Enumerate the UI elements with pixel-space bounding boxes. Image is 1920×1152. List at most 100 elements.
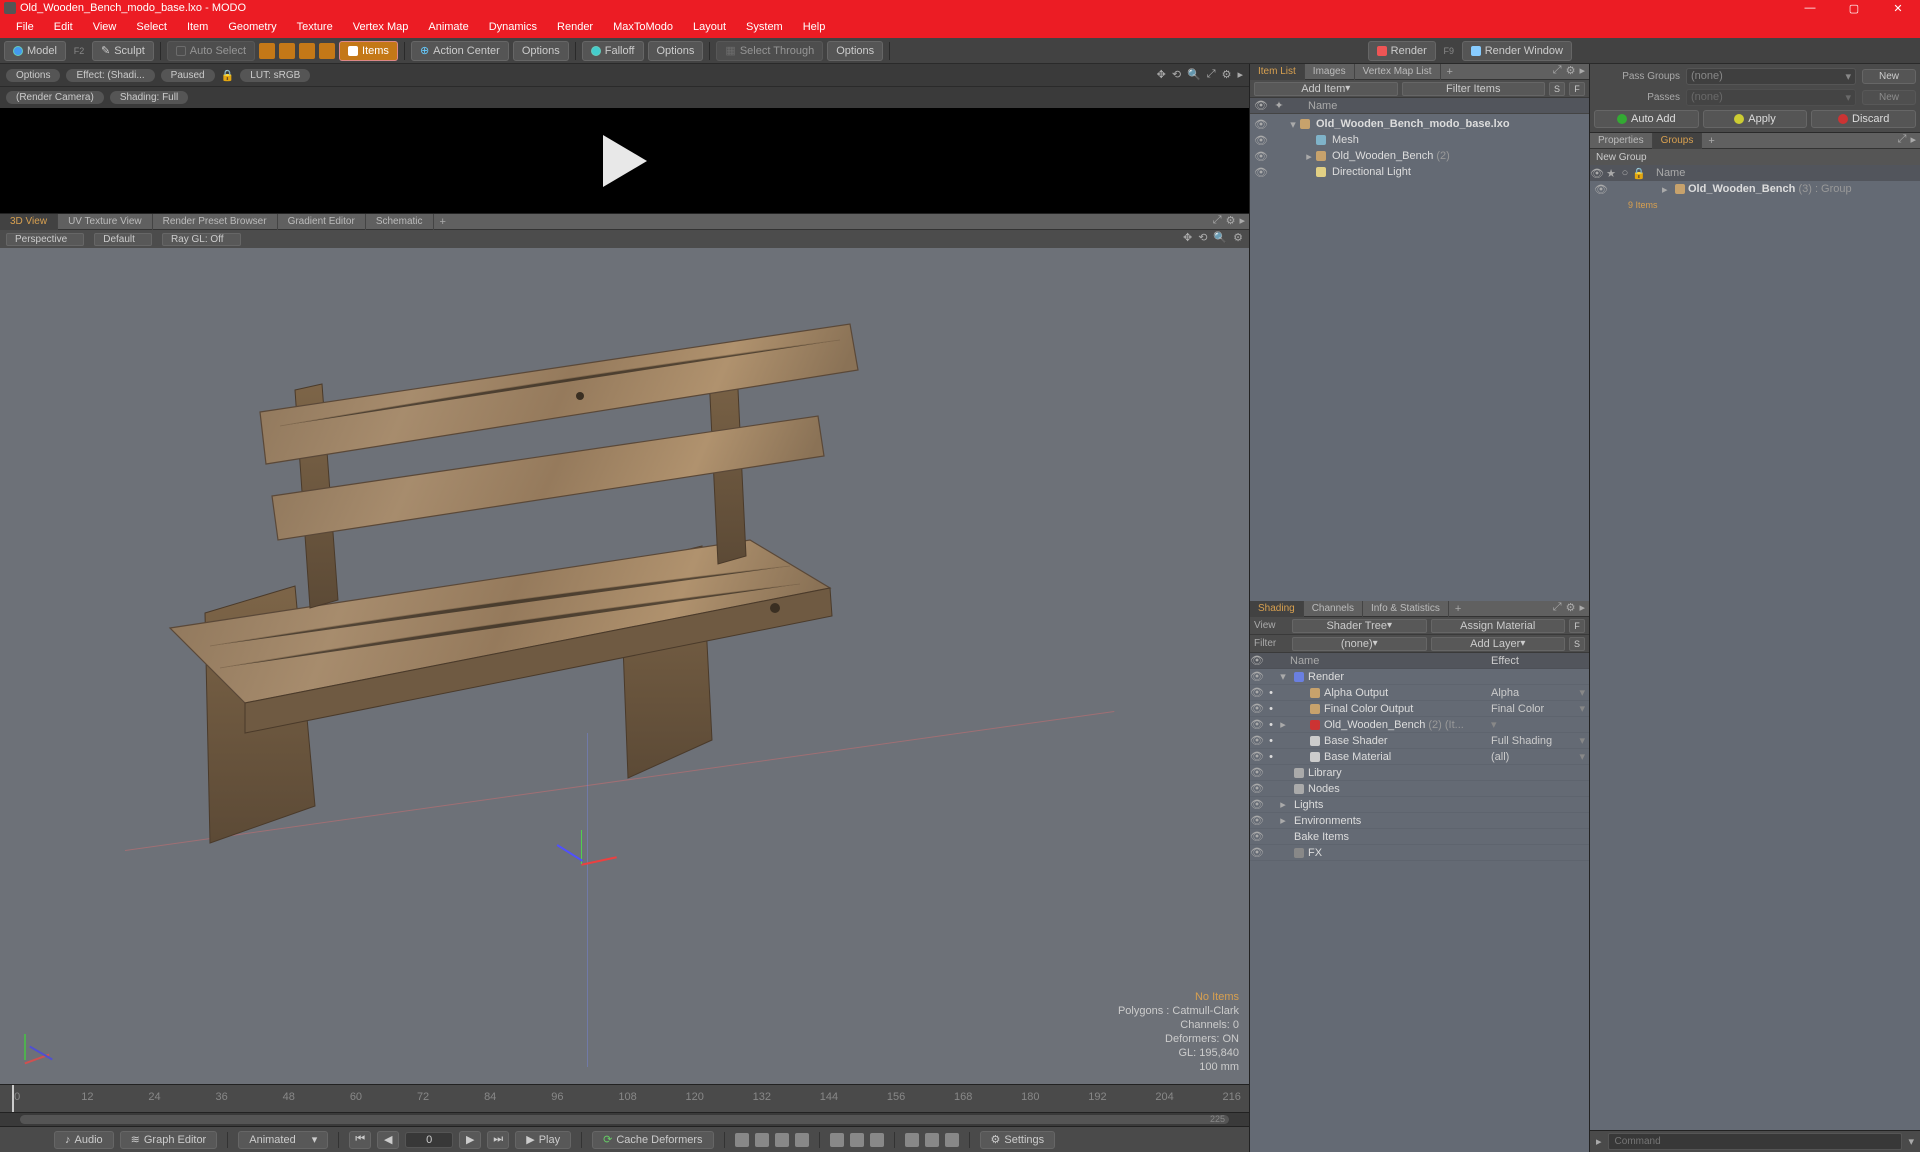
chevron-icon[interactable]: ▸ bbox=[1237, 68, 1243, 81]
cmd-more-icon[interactable]: ▾ bbox=[1908, 1135, 1914, 1148]
poly-mode-icon[interactable] bbox=[299, 43, 315, 59]
panel-more-icon[interactable]: ▸ bbox=[1579, 64, 1585, 77]
item-tree[interactable]: 👁▾Old_Wooden_Bench_modo_base.lxo👁Mesh👁▸O… bbox=[1250, 114, 1589, 601]
cache-deformers-button[interactable]: ⟳Cache Deformers bbox=[592, 1131, 713, 1149]
viewport-gear-icon[interactable]: ⚙ bbox=[1226, 214, 1236, 227]
shader-row[interactable]: 👁Bake Items bbox=[1250, 829, 1589, 845]
audio-button[interactable]: ♪Audio bbox=[54, 1131, 114, 1149]
select-through-toggle[interactable]: ▦Select Through bbox=[716, 41, 823, 61]
zoom2-icon[interactable]: 🔍 bbox=[1213, 231, 1227, 244]
group-row[interactable]: 👁 ▸ Old_Wooden_Bench (3) : Group bbox=[1590, 181, 1920, 197]
orbit-icon[interactable]: ⟲ bbox=[1198, 231, 1207, 244]
s-button[interactable]: S bbox=[1549, 82, 1565, 96]
shader-row[interactable]: 👁▾Render bbox=[1250, 669, 1589, 685]
shading-add-tab[interactable]: + bbox=[1449, 603, 1467, 615]
assign-material-dropdown[interactable]: Assign Material bbox=[1431, 619, 1566, 633]
key-del-icon[interactable] bbox=[870, 1133, 884, 1147]
shader-row[interactable]: 👁FX bbox=[1250, 845, 1589, 861]
key-pos-icon[interactable] bbox=[755, 1133, 769, 1147]
menu-select[interactable]: Select bbox=[126, 16, 177, 38]
menu-maxtomodo[interactable]: MaxToModo bbox=[603, 16, 683, 38]
timeline[interactable]: 0122436486072849610812013214415616818019… bbox=[0, 1084, 1249, 1112]
item-row[interactable]: 👁Mesh bbox=[1250, 132, 1589, 148]
key-rot-icon[interactable] bbox=[775, 1133, 789, 1147]
preview-camera[interactable]: (Render Camera) bbox=[6, 91, 104, 104]
new-pass-group-button[interactable]: New bbox=[1862, 69, 1916, 84]
model-button[interactable]: Model bbox=[4, 41, 66, 61]
shading-more-icon[interactable]: ▸ bbox=[1579, 601, 1585, 614]
shader-row[interactable]: 👁▸Lights bbox=[1250, 797, 1589, 813]
tab-itemlist[interactable]: Item List bbox=[1250, 64, 1305, 80]
edge-mode-icon[interactable] bbox=[279, 43, 295, 59]
expand-icon[interactable]: ⤢ bbox=[1207, 68, 1216, 81]
play-icon[interactable] bbox=[603, 135, 647, 187]
new-pass-button[interactable]: New bbox=[1862, 90, 1916, 105]
key-all-icon[interactable] bbox=[735, 1133, 749, 1147]
item-row[interactable]: 👁Directional Light bbox=[1250, 164, 1589, 180]
preview-paused[interactable]: Paused bbox=[161, 69, 215, 82]
shader-row[interactable]: 👁Nodes bbox=[1250, 781, 1589, 797]
f2-button[interactable]: F bbox=[1569, 619, 1585, 633]
menu-system[interactable]: System bbox=[736, 16, 793, 38]
maximize-viewport-icon[interactable]: ⤢ bbox=[1213, 214, 1222, 227]
lock-icon[interactable]: 🔒 bbox=[221, 69, 235, 82]
shader-row[interactable]: 👁•Base Material(all)▾ bbox=[1250, 749, 1589, 765]
tab-shading[interactable]: Shading bbox=[1250, 601, 1304, 617]
menu-item[interactable]: Item bbox=[177, 16, 218, 38]
item-row[interactable]: 👁▸Old_Wooden_Bench (2) bbox=[1250, 148, 1589, 164]
shader-tree[interactable]: 👁▾Render👁•Alpha OutputAlpha▾👁•Final Colo… bbox=[1250, 669, 1589, 1152]
raygl-dropdown[interactable]: Ray GL: Off bbox=[162, 233, 241, 246]
preview-shading[interactable]: Shading: Full bbox=[110, 91, 188, 104]
menu-render[interactable]: Render bbox=[547, 16, 603, 38]
menu-geometry[interactable]: Geometry bbox=[218, 16, 286, 38]
discard-button[interactable]: Discard bbox=[1811, 110, 1916, 128]
groups-max-icon[interactable]: ⤢ bbox=[1898, 133, 1907, 146]
action-center-button[interactable]: ⊕Action Center bbox=[411, 41, 509, 61]
animated-dropdown[interactable]: Animated▾ bbox=[238, 1131, 328, 1149]
options-button-2[interactable]: Options bbox=[648, 41, 704, 61]
tab-images[interactable]: Images bbox=[1305, 64, 1355, 80]
add-tab-icon[interactable]: + bbox=[434, 216, 452, 228]
minimize-button[interactable]: — bbox=[1788, 0, 1832, 16]
pass-groups-dropdown[interactable]: (none)▾ bbox=[1686, 68, 1856, 85]
tab-properties[interactable]: Properties bbox=[1590, 133, 1653, 149]
auto-select-toggle[interactable]: Auto Select bbox=[167, 41, 255, 61]
falloff-button[interactable]: Falloff bbox=[582, 41, 644, 61]
maximize-button[interactable]: ▢ bbox=[1832, 0, 1876, 16]
f-button[interactable]: F bbox=[1569, 82, 1585, 96]
shading-max-icon[interactable]: ⤢ bbox=[1553, 601, 1562, 614]
panel-gear-icon[interactable]: ⚙ bbox=[1566, 64, 1576, 77]
snap-icon[interactable] bbox=[945, 1133, 959, 1147]
tab-gradient[interactable]: Gradient Editor bbox=[278, 214, 366, 230]
shader-row[interactable]: 👁Library bbox=[1250, 765, 1589, 781]
shader-row[interactable]: 👁•Final Color OutputFinal Color▾ bbox=[1250, 701, 1589, 717]
close-button[interactable]: ✕ bbox=[1876, 0, 1920, 16]
add-item-dropdown[interactable]: Add Item ▾ bbox=[1254, 82, 1398, 96]
playhead[interactable] bbox=[12, 1085, 14, 1112]
shading-gear-icon[interactable]: ⚙ bbox=[1566, 601, 1576, 614]
tab-groups[interactable]: Groups bbox=[1653, 133, 1703, 149]
history-icon[interactable]: ▸ bbox=[1596, 1135, 1602, 1148]
passes-dropdown[interactable]: (none)▾ bbox=[1686, 89, 1856, 106]
command-input[interactable] bbox=[1608, 1133, 1903, 1150]
add-layer-dropdown[interactable]: Add Layer ▾ bbox=[1431, 637, 1566, 651]
render-button[interactable]: Render bbox=[1368, 41, 1436, 61]
rotate-icon[interactable]: ⟲ bbox=[1172, 68, 1181, 81]
tab-3dview[interactable]: 3D View bbox=[0, 214, 58, 230]
menu-vertexmap[interactable]: Vertex Map bbox=[343, 16, 419, 38]
play-button[interactable]: ▶Play bbox=[515, 1131, 571, 1149]
item-row[interactable]: 👁▾Old_Wooden_Bench_modo_base.lxo bbox=[1250, 116, 1589, 132]
tab-schematic[interactable]: Schematic bbox=[366, 214, 434, 230]
settings-button[interactable]: ⚙Settings bbox=[980, 1131, 1056, 1149]
groups-more-icon[interactable]: ▸ bbox=[1910, 133, 1916, 146]
step-fwd-button[interactable]: ▶ bbox=[459, 1131, 481, 1149]
filter-dropdown[interactable]: (none) ▾ bbox=[1292, 637, 1427, 651]
3d-viewport[interactable]: No Items Polygons : Catmull-Clark Channe… bbox=[0, 248, 1249, 1084]
move-icon[interactable]: ✥ bbox=[1157, 68, 1166, 81]
key-next-icon[interactable] bbox=[850, 1133, 864, 1147]
viewport-settings-icon[interactable]: ⚙ bbox=[1233, 231, 1243, 244]
menu-dynamics[interactable]: Dynamics bbox=[479, 16, 547, 38]
menu-file[interactable]: File bbox=[6, 16, 44, 38]
groups-add-tab[interactable]: + bbox=[1702, 135, 1720, 147]
preview-lut[interactable]: LUT: sRGB bbox=[240, 69, 310, 82]
